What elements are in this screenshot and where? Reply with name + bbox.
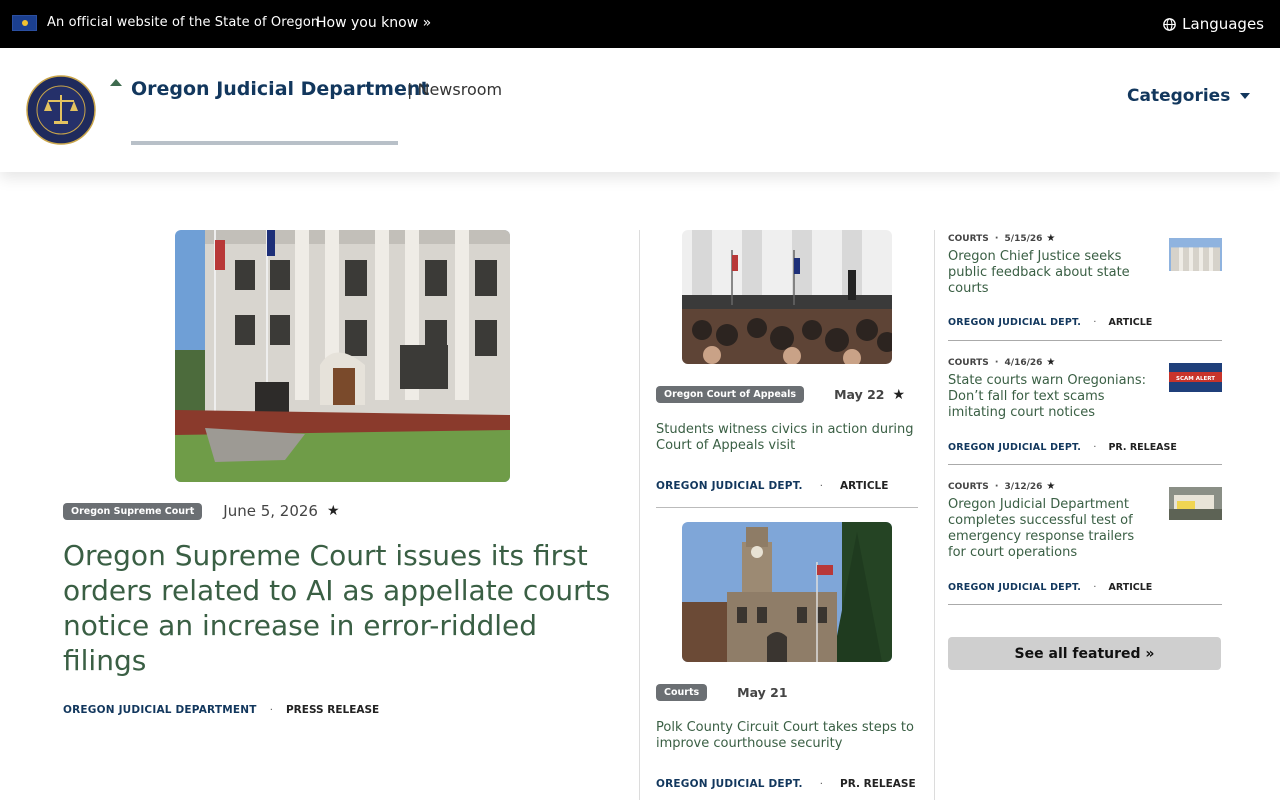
list-divider	[948, 464, 1222, 465]
source-label: OREGON JUDICIAL DEPT.	[656, 778, 803, 790]
globe-icon	[1163, 17, 1176, 31]
list-item-footer: OREGON JUDICIAL DEPT. · PR. RELEASE	[948, 435, 1177, 454]
news-card-headline-link[interactable]: Polk County Circuit Court takes steps to…	[656, 720, 918, 752]
list-item-meta: COURTS · 4/16/26 ★	[948, 357, 1055, 368]
star-icon: ★	[1046, 481, 1056, 492]
news-card-meta: Courts May 21	[656, 684, 796, 701]
list-divider	[948, 340, 1222, 341]
list-item: COURTS · 3/12/26 ★ Oregon Judicial Depar…	[948, 481, 1222, 594]
separator-dot: ·	[1093, 317, 1097, 328]
oregon-flag-icon	[12, 15, 37, 31]
list-item-headline-link[interactable]: Oregon Judicial Department completes suc…	[948, 497, 1148, 561]
news-card-date: May 21	[737, 685, 788, 700]
star-icon: ★	[892, 386, 906, 403]
list-item-thumbnail[interactable]: SCAM ALERT	[1169, 363, 1222, 392]
list-item-date: 5/15/26	[1004, 233, 1043, 244]
card-divider	[656, 507, 918, 508]
official-website-text: An official website of the State of Oreg…	[47, 15, 320, 30]
type-label: ARTICLE	[1108, 317, 1153, 328]
featured-headline-link[interactable]: Oregon Supreme Court issues its first or…	[63, 538, 613, 678]
star-icon: ★	[1046, 357, 1056, 368]
separator-dot: ·	[994, 233, 999, 244]
list-item-meta: COURTS · 3/12/26 ★	[948, 481, 1055, 492]
site-name-underline	[131, 141, 398, 145]
category-badge[interactable]: Oregon Supreme Court	[63, 502, 203, 520]
list-item: COURTS · 4/16/26 ★ State courts warn Ore…	[948, 357, 1222, 457]
site-section: | Newsroom	[407, 80, 503, 99]
news-card-headline-link[interactable]: Students witness civics in action during…	[656, 422, 918, 454]
list-item-date: 4/16/26	[1004, 357, 1043, 368]
categories-label: Categories	[1127, 86, 1231, 106]
source-label: OREGON JUDICIAL DEPT.	[656, 480, 803, 492]
source-label: OREGON JUDICIAL DEPT.	[948, 317, 1082, 328]
news-card-footer: OREGON JUDICIAL DEPT. · PR. RELEASE	[656, 772, 916, 791]
news-card: Oregon Court of Appeals May 22 ★ Student…	[656, 230, 918, 500]
categories-menu-button[interactable]: Categories	[1127, 86, 1251, 106]
separator-dot: ·	[1093, 582, 1097, 593]
news-card: Courts May 21 Polk County Circuit Court …	[656, 522, 918, 800]
separator-dot: ·	[994, 481, 999, 492]
see-all-featured-button[interactable]: See all featured »	[948, 637, 1221, 670]
featured-meta: Oregon Supreme Court June 5, 2026 ★	[63, 502, 340, 520]
news-card-meta: Oregon Court of Appeals May 22 ★	[656, 386, 905, 403]
news-card-image[interactable]	[682, 230, 892, 364]
source-label: OREGON JUDICIAL DEPARTMENT	[63, 704, 257, 716]
list-item-headline-link[interactable]: Oregon Chief Justice seeks public feedba…	[948, 249, 1148, 297]
list-item-footer: OREGON JUDICIAL DEPT. · ARTICLE	[948, 575, 1152, 594]
languages-label: Languages	[1182, 15, 1264, 33]
type-label: ARTICLE	[840, 480, 889, 492]
official-banner: An official website of the State of Oreg…	[0, 0, 1280, 48]
chevron-down-icon	[1240, 93, 1251, 99]
news-card-image[interactable]	[682, 522, 892, 662]
featured-date: June 5, 2026	[223, 502, 318, 520]
site-header: Oregon Judicial Department | Newsroom Ca…	[0, 48, 1280, 172]
column-divider	[934, 230, 935, 800]
list-item-meta: COURTS · 5/15/26 ★	[948, 233, 1055, 244]
type-label: PRESS RELEASE	[285, 704, 380, 716]
list-item: COURTS · 5/15/26 ★ Oregon Chief Justice …	[948, 233, 1222, 333]
list-item-category[interactable]: COURTS	[948, 482, 989, 492]
news-card-footer: OREGON JUDICIAL DEPT. · ARTICLE	[656, 474, 888, 493]
separator-dot: ·	[819, 481, 823, 492]
list-item-footer: OREGON JUDICIAL DEPT. · ARTICLE	[948, 310, 1152, 329]
category-badge[interactable]: Courts	[656, 684, 708, 701]
source-label: OREGON JUDICIAL DEPT.	[948, 582, 1082, 593]
list-item-date: 3/12/26	[1004, 481, 1043, 492]
list-divider	[948, 604, 1222, 605]
type-label: PR. RELEASE	[840, 778, 916, 790]
star-icon: ★	[326, 503, 340, 519]
home-caret-icon	[110, 79, 122, 86]
star-icon: ★	[1046, 233, 1056, 244]
scam-alert-thumb-text: SCAM ALERT	[1176, 376, 1215, 382]
category-badge[interactable]: Oregon Court of Appeals	[656, 386, 805, 403]
news-card-date: May 22	[834, 387, 885, 402]
list-item-category[interactable]: COURTS	[948, 234, 989, 244]
list-item-thumbnail[interactable]	[1169, 487, 1222, 520]
separator-dot: ·	[269, 705, 273, 716]
separator-dot: ·	[994, 357, 999, 368]
site-name-link[interactable]: Oregon Judicial Department	[131, 78, 429, 100]
type-label: PR. RELEASE	[1108, 442, 1177, 453]
list-item-thumbnail[interactable]	[1169, 238, 1222, 271]
featured-courthouse-image[interactable]	[175, 230, 510, 482]
judicial-seal-icon[interactable]	[26, 75, 96, 145]
list-item-category[interactable]: COURTS	[948, 358, 989, 368]
languages-menu[interactable]: Languages	[1163, 15, 1264, 33]
source-label: OREGON JUDICIAL DEPT.	[948, 442, 1082, 453]
list-item-headline-link[interactable]: State courts warn Oregonians: Don’t fall…	[948, 373, 1148, 421]
type-label: ARTICLE	[1108, 582, 1153, 593]
column-divider	[639, 230, 640, 800]
featured-footer: OREGON JUDICIAL DEPARTMENT · PRESS RELEA…	[63, 698, 379, 717]
separator-dot: ·	[819, 779, 823, 790]
separator-dot: ·	[1093, 442, 1097, 453]
how-you-know-link[interactable]: How you know »	[316, 15, 431, 31]
